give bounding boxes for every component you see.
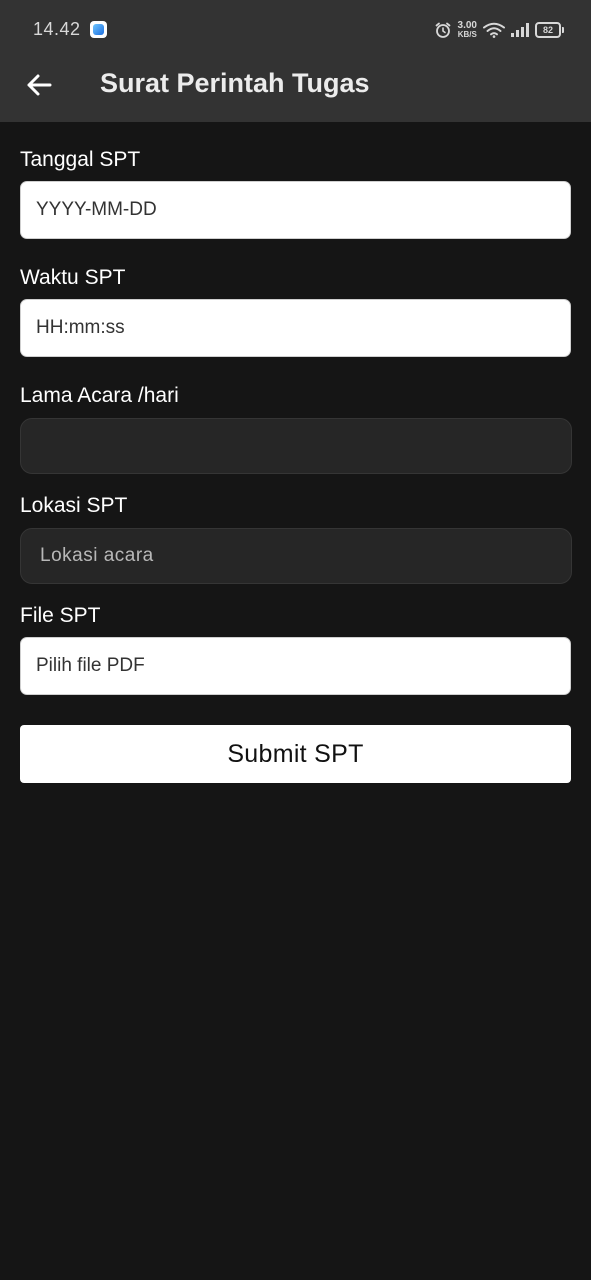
lokasi-spt-placeholder: Lokasi acara [40, 545, 154, 566]
arrow-left-icon [27, 74, 52, 96]
app-bar: Surat Perintah Tugas [0, 58, 591, 122]
signal-icon [511, 23, 529, 37]
alarm-icon [435, 22, 450, 38]
app-notification-icon [90, 21, 107, 38]
file-spt-label: File SPT [20, 604, 101, 627]
file-picker-text: Pilih file PDF [36, 655, 145, 676]
network-speed-value: 3.00 [457, 20, 477, 31]
waktu-spt-label: Waktu SPT [20, 266, 126, 289]
status-icons: 3.00 KB/S 82 [434, 18, 564, 42]
tanggal-spt-label: Tanggal SPT [20, 148, 141, 171]
status-time: 14.42 [33, 19, 81, 39]
lama-acara-input[interactable] [20, 418, 572, 474]
submit-spt-button[interactable]: Submit SPT [20, 725, 571, 783]
network-speed-unit: KB/S [457, 30, 477, 39]
network-speed: 3.00 KB/S [457, 20, 477, 40]
waktu-spt-field[interactable]: HH:mm:ss [20, 299, 571, 357]
status-bar: 14.42 3.00 KB/S 82 [0, 0, 591, 58]
back-button[interactable] [22, 68, 56, 102]
spt-form: Tanggal SPT YYYY-MM-DD Waktu SPT HH:mm:s… [20, 122, 572, 783]
battery-icon: 82 [535, 22, 564, 38]
lokasi-spt-label: Lokasi SPT [20, 494, 128, 517]
waktu-spt-value: HH:mm:ss [36, 317, 125, 338]
tanggal-spt-field[interactable]: YYYY-MM-DD [20, 181, 571, 239]
file-picker-field[interactable]: Pilih file PDF [20, 637, 571, 695]
tanggal-spt-value: YYYY-MM-DD [36, 199, 157, 220]
lokasi-spt-input[interactable]: Lokasi acara [20, 528, 572, 584]
wifi-icon [483, 22, 505, 38]
lama-acara-label: Lama Acara /hari [20, 384, 179, 407]
page-title: Surat Perintah Tugas [100, 68, 370, 98]
